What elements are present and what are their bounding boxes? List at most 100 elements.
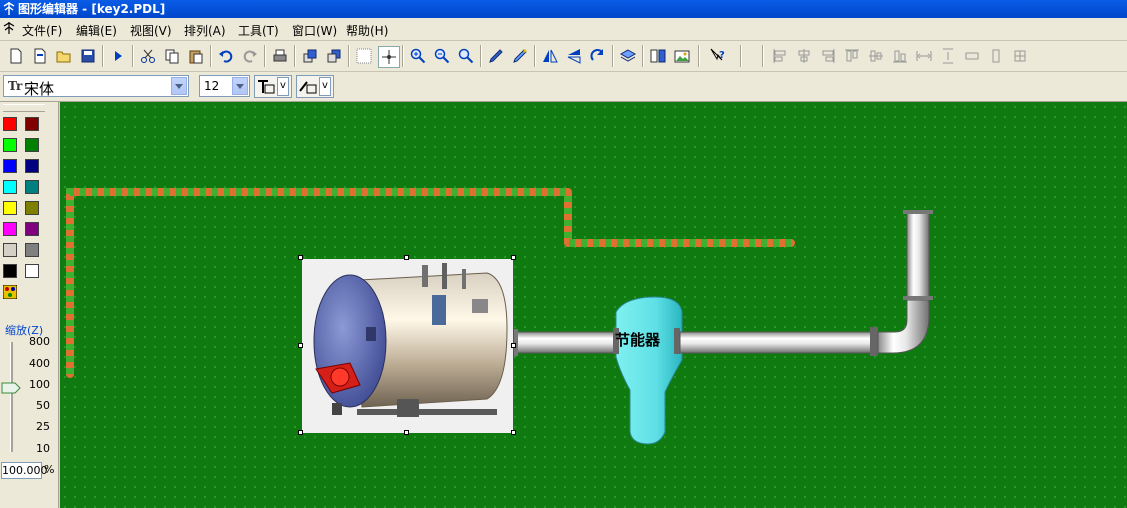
- color-swatch-white[interactable]: [25, 264, 39, 278]
- color-swatch-blue[interactable]: [3, 159, 17, 173]
- align-left-icon[interactable]: [770, 46, 790, 66]
- color-swatch-olive[interactable]: [25, 201, 39, 215]
- color-swatch-purple[interactable]: [25, 222, 39, 236]
- same-width-icon[interactable]: [962, 46, 982, 66]
- flip-vertical-icon[interactable]: [564, 46, 584, 66]
- image-icon[interactable]: [672, 46, 692, 66]
- line-style-dropdown[interactable]: v: [277, 77, 289, 96]
- rotate-icon[interactable]: [588, 46, 608, 66]
- zoom-fit-icon[interactable]: [456, 46, 476, 66]
- color-swatch-maroon[interactable]: [25, 117, 39, 131]
- line-style-button[interactable]: v: [254, 75, 292, 98]
- distribute-v-icon[interactable]: [938, 46, 958, 66]
- group-icon[interactable]: [648, 46, 668, 66]
- align-top-icon[interactable]: [842, 46, 862, 66]
- align-center-icon[interactable]: [794, 46, 814, 66]
- open-icon[interactable]: [54, 46, 74, 66]
- zoom-value-input[interactable]: 100.000: [1, 462, 48, 479]
- paste-icon[interactable]: [186, 46, 206, 66]
- color-swatch-lime[interactable]: [3, 138, 17, 152]
- print-icon[interactable]: [270, 46, 290, 66]
- window-title: 图形编辑器 - [key2.PDL]: [18, 2, 166, 16]
- new-icon[interactable]: [6, 46, 26, 66]
- menu-window[interactable]: 窗口(W): [292, 22, 337, 39]
- menu-file[interactable]: 文件(F): [22, 22, 62, 39]
- cut-icon[interactable]: [138, 46, 158, 66]
- font-name-select[interactable]: Tr 宋体: [3, 75, 189, 98]
- menu-edit[interactable]: 编辑(E): [76, 22, 117, 39]
- zoom-out-icon[interactable]: [432, 46, 452, 66]
- copy-icon[interactable]: [162, 46, 182, 66]
- color-swatch-teal[interactable]: [25, 180, 39, 194]
- zoom-tick-25[interactable]: 25: [26, 420, 50, 433]
- zoom-slider-thumb[interactable]: [1, 382, 21, 394]
- send-back-icon[interactable]: [324, 46, 344, 66]
- bring-front-icon[interactable]: [300, 46, 320, 66]
- align-middle-icon[interactable]: [866, 46, 886, 66]
- main-toolbar: ?: [0, 41, 1127, 72]
- chevron-down-icon[interactable]: [232, 77, 248, 95]
- run-icon[interactable]: [108, 46, 128, 66]
- color-swatch-magenta[interactable]: [3, 222, 17, 236]
- selection-handle-w[interactable]: [298, 343, 303, 348]
- same-height-icon[interactable]: [986, 46, 1006, 66]
- menu-arrange[interactable]: 排列(A): [184, 22, 226, 39]
- same-size-icon[interactable]: [1010, 46, 1030, 66]
- drawing-canvas[interactable]: 节能器: [60, 102, 1127, 508]
- snap-icon[interactable]: [378, 46, 400, 68]
- menu-tools[interactable]: 工具(T): [238, 22, 279, 39]
- align-bottom-icon[interactable]: [890, 46, 910, 66]
- save-icon[interactable]: [78, 46, 98, 66]
- color-swatch-yellow[interactable]: [3, 201, 17, 215]
- align-right-icon[interactable]: [818, 46, 838, 66]
- color-swatch-gray[interactable]: [25, 243, 39, 257]
- color-swatch-red[interactable]: [3, 117, 17, 131]
- pipe-elbow[interactable]: [877, 297, 930, 354]
- color-swatch-silver[interactable]: [3, 243, 17, 257]
- menu-bar: 文件(F) 编辑(E) 视图(V) 排列(A) 工具(T) 窗口(W) 帮助(H…: [0, 18, 1127, 41]
- layer-icon[interactable]: [618, 46, 638, 66]
- grid-icon[interactable]: [354, 46, 374, 66]
- font-size-select[interactable]: 12: [199, 75, 250, 97]
- undo-icon[interactable]: [216, 46, 236, 66]
- palette-icon[interactable]: [2, 284, 18, 300]
- economizer[interactable]: [613, 296, 683, 445]
- zoom-slider-track[interactable]: [10, 342, 13, 452]
- chevron-down-icon[interactable]: [171, 77, 187, 95]
- zoom-tick-400[interactable]: 400: [26, 357, 50, 370]
- zoom-tick-50[interactable]: 50: [26, 399, 50, 412]
- pipe-vertical[interactable]: [903, 210, 933, 301]
- document-menu-icon[interactable]: [3, 21, 15, 35]
- color-swatch-navy[interactable]: [25, 159, 39, 173]
- zoom-tick-800[interactable]: 800: [26, 335, 50, 348]
- pen-icon[interactable]: [486, 46, 506, 66]
- selection-handle-ne[interactable]: [511, 255, 516, 260]
- selection-handle-n[interactable]: [404, 255, 409, 260]
- pipe-boiler-to-economizer[interactable]: [513, 329, 617, 356]
- color-swatch-green[interactable]: [25, 138, 39, 152]
- menu-view[interactable]: 视图(V): [130, 22, 172, 39]
- brush-icon[interactable]: [510, 46, 530, 66]
- color-swatch-cyan[interactable]: [3, 180, 17, 194]
- boiler-image[interactable]: [302, 259, 513, 433]
- menu-help[interactable]: 帮助(H): [346, 22, 388, 39]
- pipe-economizer-to-elbow[interactable]: [679, 327, 878, 356]
- fill-style-button[interactable]: v: [296, 75, 334, 98]
- fill-style-dropdown[interactable]: v: [319, 77, 331, 96]
- color-swatch-black[interactable]: [3, 264, 17, 278]
- economizer-label[interactable]: 节能器: [615, 329, 660, 350]
- zoom-tick-100[interactable]: 100: [26, 378, 50, 391]
- flip-horizontal-icon[interactable]: [540, 46, 560, 66]
- selection-handle-e[interactable]: [511, 343, 516, 348]
- selection-handle-sw[interactable]: [298, 430, 303, 435]
- zoom-tick-10[interactable]: 10: [26, 442, 50, 455]
- selection-handle-se[interactable]: [511, 430, 516, 435]
- redo-icon[interactable]: [240, 46, 260, 66]
- selection-handle-s[interactable]: [404, 430, 409, 435]
- selection-handle-nw[interactable]: [298, 255, 303, 260]
- distribute-h-icon[interactable]: [914, 46, 934, 66]
- new-template-icon[interactable]: [30, 46, 50, 66]
- zoom-in-icon[interactable]: [408, 46, 428, 66]
- format-toolbar: Tr 宋体 12 v v: [0, 72, 1127, 102]
- help-icon[interactable]: ?: [708, 46, 728, 66]
